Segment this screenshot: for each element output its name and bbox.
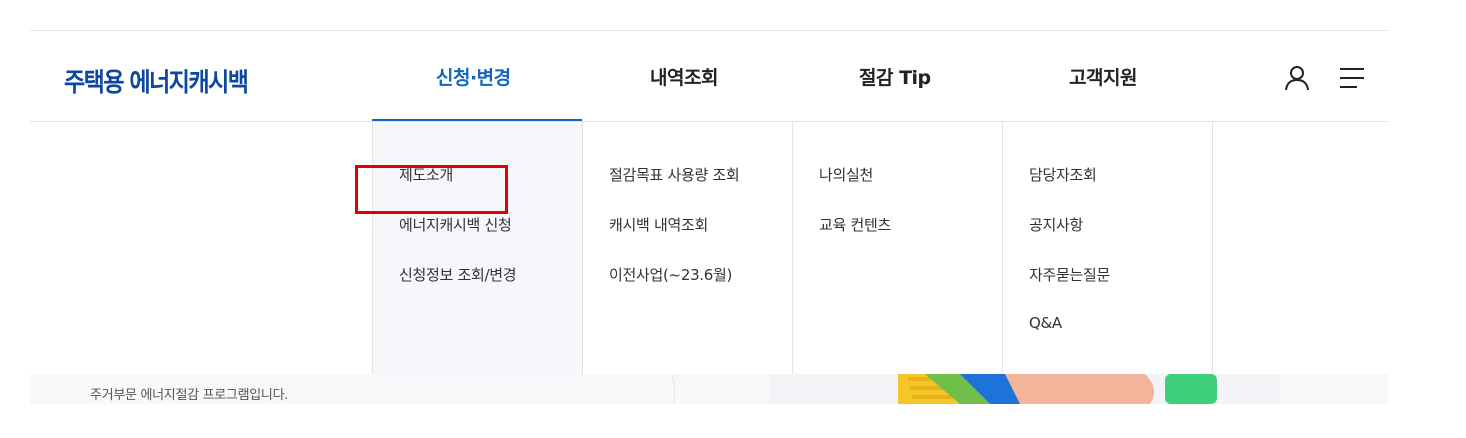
submenu-program-intro[interactable]: 제도소개 xyxy=(399,164,453,185)
submenu-cashback-apply[interactable]: 에너지캐시백 신청 xyxy=(399,214,512,235)
background-page-content: 주거부문 에너지절감 프로그램입니다. xyxy=(30,374,1388,404)
nav-apply-change[interactable]: 신청·변경 xyxy=(436,63,511,90)
site-header-frame: 주택용 에너지캐시백 신청·변경 내역조회 절감 Tip 고객지원 제도소개 에… xyxy=(30,30,1388,375)
submenu-column-apply: 제도소개 에너지캐시백 신청 신청정보 조회/변경 xyxy=(372,122,583,375)
submenu-contact-lookup[interactable]: 담당자조회 xyxy=(1029,164,1097,185)
submenu-faq[interactable]: 자주묻는질문 xyxy=(1029,264,1110,285)
submenu-my-practice[interactable]: 나의실천 xyxy=(819,164,873,185)
site-logo[interactable]: 주택용 에너지캐시백 xyxy=(64,61,249,99)
submenu-previous-program[interactable]: 이전사업(~23.6월) xyxy=(609,264,732,285)
user-icon[interactable] xyxy=(1284,65,1310,91)
nav-customer-support[interactable]: 고객지원 xyxy=(1069,63,1137,90)
global-nav-bar: 주택용 에너지캐시백 신청·변경 내역조회 절감 Tip 고객지원 xyxy=(30,31,1388,122)
submenu-education-content[interactable]: 교육 컨텐츠 xyxy=(819,214,891,235)
submenu-qna[interactable]: Q&A xyxy=(1029,314,1062,332)
submenu-cashback-history[interactable]: 캐시백 내역조회 xyxy=(609,214,708,235)
hamburger-menu-icon[interactable] xyxy=(1339,67,1365,89)
submenu-column-history: 절감목표 사용량 조회 캐시백 내역조회 이전사업(~23.6월) xyxy=(582,122,793,375)
submenu-column-support: 담당자조회 공지사항 자주묻는질문 Q&A xyxy=(1002,122,1213,375)
hero-illustration xyxy=(671,374,1280,404)
submenu-notice[interactable]: 공지사항 xyxy=(1029,214,1083,235)
nav-saving-tip[interactable]: 절감 Tip xyxy=(859,63,931,90)
background-description: 주거부문 에너지절감 프로그램입니다. xyxy=(90,388,289,403)
submenu-apply-info-change[interactable]: 신청정보 조회/변경 xyxy=(399,264,517,285)
nav-history[interactable]: 내역조회 xyxy=(650,63,718,90)
active-nav-underline xyxy=(372,119,582,121)
submenu-column-tip: 나의실천 교육 컨텐츠 xyxy=(792,122,1003,375)
submenu-target-usage[interactable]: 절감목표 사용량 조회 xyxy=(609,164,740,185)
